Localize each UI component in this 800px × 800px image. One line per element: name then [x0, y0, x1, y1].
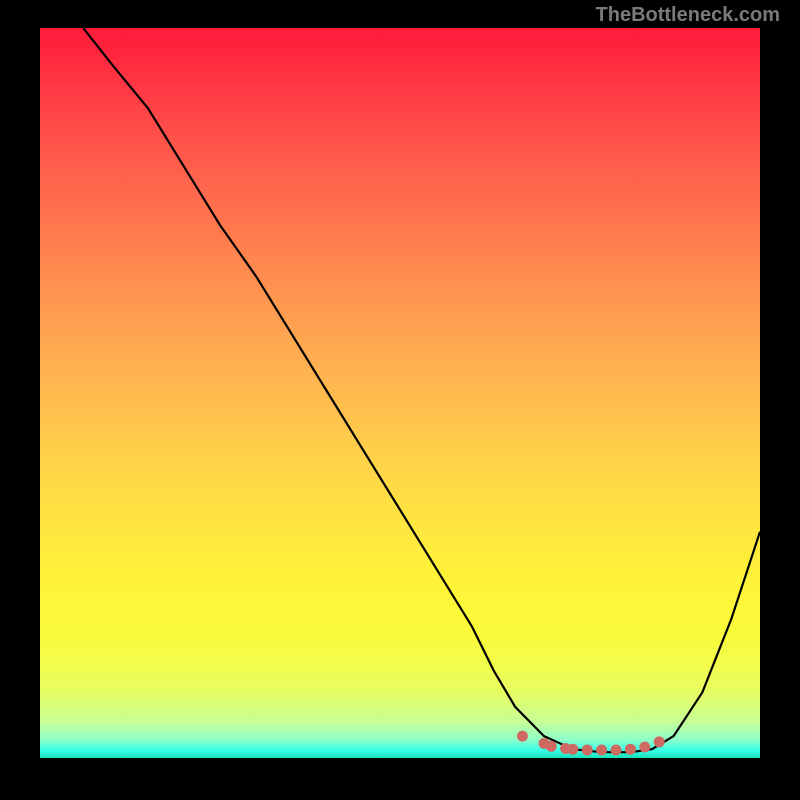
- marker-dots: [517, 731, 665, 756]
- attribution-label: TheBottleneck.com: [596, 4, 780, 27]
- plot-area: [40, 28, 760, 758]
- chart-svg: [40, 28, 760, 758]
- curve-line: [83, 28, 760, 752]
